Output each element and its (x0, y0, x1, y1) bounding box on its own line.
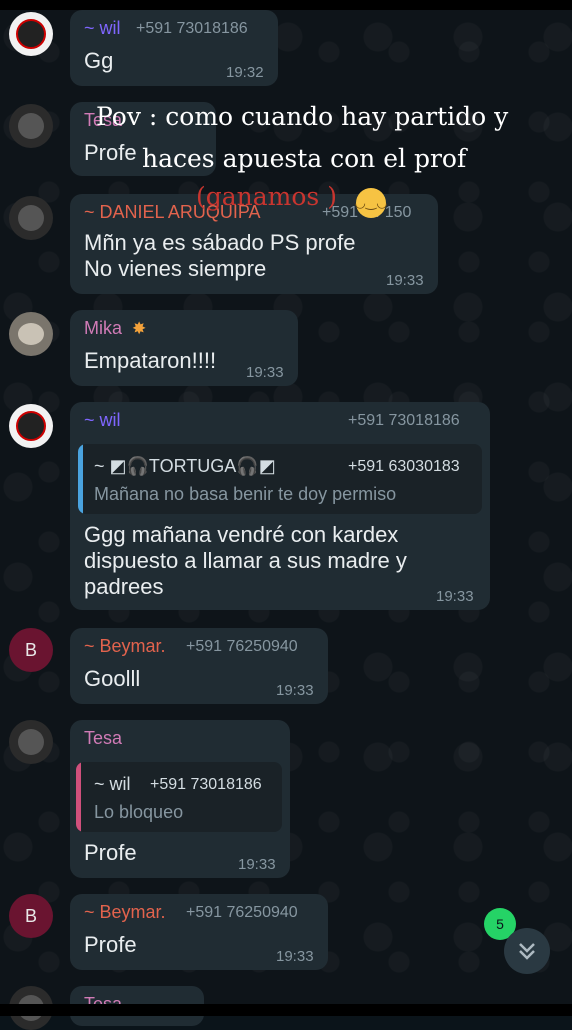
quoted-sender: ~ ◩🎧TORTUGA🎧◩ (94, 456, 276, 476)
top-edge (0, 0, 572, 10)
message-bubble[interactable]: ~ wil +591 73018186 ~ ◩🎧TORTUGA🎧◩ +591 6… (70, 402, 490, 610)
quoted-sender: ~ wil (94, 774, 131, 794)
message-text: Ggg mañana vendré con kardex dispuesto a… (84, 522, 407, 599)
caption-line-1: Pov : como cuando hay partido y (96, 102, 509, 131)
message-time: 19:33 (238, 856, 276, 873)
message-time: 19:32 (226, 64, 264, 81)
quoted-phone: +591 63030183 (348, 458, 460, 475)
message-bubble[interactable]: ~ Beymar. +591 76250940 Profe 19:33 (70, 894, 328, 970)
message-text: Profe (84, 840, 137, 865)
double-chevron-down-icon[interactable] (504, 928, 550, 974)
message-bubble[interactable]: Tesa ~ wil +591 73018186 Lo bloqueo Prof… (70, 720, 290, 878)
sender-name[interactable]: ~ wil (84, 410, 121, 431)
message-text: Empataron!!!! (84, 348, 217, 373)
avatar-beymar[interactable]: B (9, 894, 53, 938)
sender-phone: +591 73018186 (136, 20, 248, 37)
message-bubble[interactable]: ~ wil +591 73018186 Gg 19:32 (70, 10, 278, 86)
avatar-daniel[interactable] (9, 196, 53, 240)
quoted-phone: +591 73018186 (150, 776, 262, 793)
message-time: 19:33 (436, 588, 474, 605)
sender-name[interactable]: Mika (84, 318, 122, 339)
message-bubble[interactable]: ~ Beymar. +591 76250940 Goolll 19:33 (70, 628, 328, 704)
avatar-wil[interactable] (9, 12, 53, 56)
relieved-face-emoji: ◡‿◡ (354, 188, 388, 218)
quoted-message[interactable]: ~ wil +591 73018186 Lo bloqueo (76, 762, 282, 832)
quoted-text: Mañana no basa benir te doy permiso (94, 484, 397, 504)
avatar-tesa[interactable] (9, 104, 53, 148)
message-text: Profe (84, 140, 137, 165)
bottom-edge (0, 1004, 572, 1016)
quoted-message[interactable]: ~ ◩🎧TORTUGA🎧◩ +591 63030183 Mañana no ba… (78, 444, 482, 514)
sparkle-icon: ✸ (132, 319, 147, 338)
caption-line-2: haces apuesta con el prof (142, 144, 467, 173)
message-text: Mñn ya es sábado PS profe No vienes siem… (84, 230, 356, 281)
sender-name[interactable]: ~ wil (84, 18, 121, 39)
quote-bar (78, 444, 83, 514)
message-text: Goolll (84, 666, 141, 691)
sender-phone: +591 76250940 (186, 904, 298, 921)
caption-line-3: (ganamos ) (196, 182, 337, 211)
sender-name[interactable]: ~ Beymar. (84, 636, 166, 657)
avatar-mika[interactable] (9, 312, 53, 356)
quoted-text: Lo bloqueo (94, 802, 184, 822)
avatar-tesa[interactable] (9, 720, 53, 764)
message-text: Profe (84, 932, 137, 957)
message-bubble[interactable]: Mika ✸ Empataron!!!! 19:33 (70, 310, 298, 386)
message-text: Gg (84, 48, 114, 73)
avatar-wil[interactable] (9, 404, 53, 448)
message-time: 19:33 (276, 682, 314, 699)
sender-name[interactable]: ~ Beymar. (84, 902, 166, 923)
avatar-beymar[interactable]: B (9, 628, 53, 672)
sender-phone: +591 76250940 (186, 638, 298, 655)
quote-bar (76, 762, 81, 832)
sender-phone: +591 73018186 (348, 412, 460, 429)
message-time: 19:33 (246, 364, 284, 381)
message-time: 19:33 (386, 272, 424, 289)
message-time: 19:33 (276, 948, 314, 965)
sender-name[interactable]: Tesa (84, 728, 122, 749)
